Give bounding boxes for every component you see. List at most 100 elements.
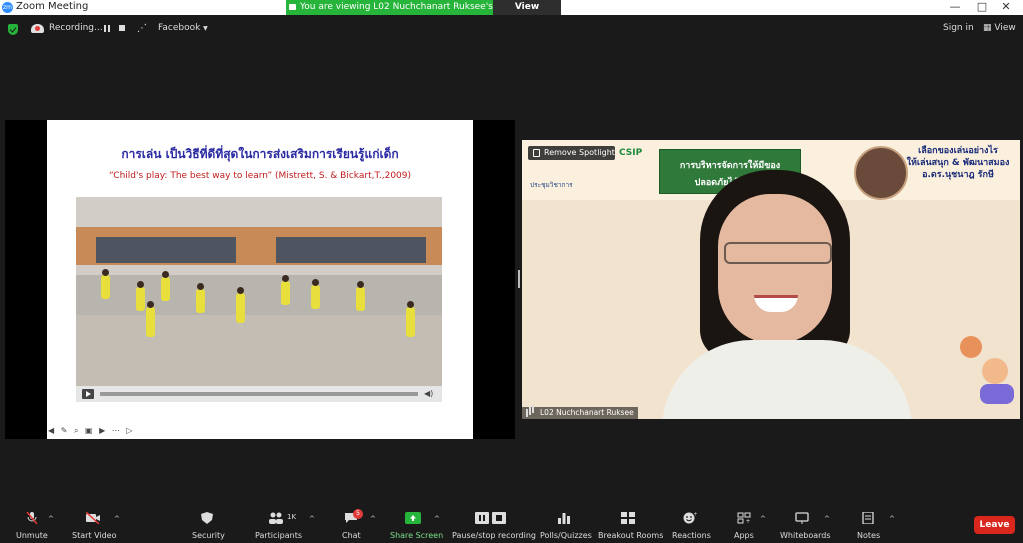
stop-recording-icon[interactable] — [119, 25, 125, 31]
slide-toolbar[interactable]: ◀ ✎ ⌕ ▣ ▶ ⋯ ▷ — [48, 426, 134, 436]
close-button[interactable]: ✕ — [996, 0, 1016, 13]
polls-quizzes-label: Polls/Quizzes — [540, 531, 592, 540]
pause-recording-icon[interactable] — [104, 25, 106, 32]
svg-text:+: + — [694, 512, 698, 518]
volume-icon[interactable]: ◀) — [424, 389, 433, 398]
child-figure — [311, 279, 320, 309]
participants-label: Participants — [255, 531, 302, 540]
audio-options-caret[interactable]: ^ — [48, 515, 54, 523]
participants-count: 1K — [287, 513, 297, 521]
microphone-muted-icon — [26, 512, 38, 524]
view-button[interactable]: ▦ View — [983, 23, 1016, 33]
reactions-label: Reactions — [672, 531, 711, 540]
banner-right-title-3: อ.ดร.นุชนาฎ รักษี — [922, 170, 994, 180]
participants-options-caret[interactable]: ^ — [309, 515, 315, 523]
viewing-screen-banner: You are viewing L02 Nuchchanart Ruksee's… — [286, 0, 493, 27]
svg-text:+: + — [746, 518, 751, 524]
child-figure — [236, 287, 245, 323]
notes-icon — [862, 512, 874, 524]
share-screen-button[interactable]: Share Screen — [390, 503, 443, 543]
recording-status: Recording... — [49, 23, 103, 33]
start-video-label: Start Video — [72, 531, 117, 540]
live-service-dropdown[interactable]: Facebook ▼ — [158, 23, 208, 33]
embedded-video[interactable]: ◀) — [76, 197, 442, 402]
sign-in-link[interactable]: Sign in — [943, 23, 974, 33]
chat-badge: 5 — [353, 509, 363, 519]
start-video-button[interactable]: Start Video — [72, 503, 117, 543]
pause-stop-recording-button[interactable]: Pause/stop recording — [452, 503, 536, 543]
notes-label: Notes — [857, 531, 881, 540]
maximize-button[interactable]: □ — [972, 0, 992, 13]
apps-options-caret[interactable]: ^ — [760, 515, 766, 523]
breakout-rooms-label: Breakout Rooms — [598, 531, 664, 540]
window-title: Zoom Meeting — [16, 1, 89, 12]
child-figure — [146, 301, 155, 337]
meeting-toolbar: Unmute ^ Start Video ^ Security 1K Parti… — [0, 503, 1023, 543]
participant-name: L02 Nuchchanart Ruksee — [540, 408, 634, 417]
spotlight-video: ประชุมวิชาการ CSIP การบริหารจัดการให้มีข… — [522, 140, 1020, 419]
reactions-smiley-icon: + — [683, 512, 697, 524]
share-screen-icon — [405, 512, 421, 524]
security-button[interactable]: Security — [192, 503, 226, 543]
child-figure — [356, 281, 365, 311]
apps-label: Apps — [734, 531, 754, 540]
chat-label: Chat — [342, 531, 361, 540]
banner-right-title: เลือกของเล่นอย่างไร ให้เล่นสนุก & พัฒนาส… — [902, 145, 1014, 181]
breakout-rooms-icon — [621, 512, 635, 524]
video-progress-bar[interactable] — [100, 392, 418, 396]
pin-icon — [533, 149, 540, 157]
notes-options-caret[interactable]: ^ — [889, 515, 895, 523]
view-options-button[interactable]: View Options▼ — [493, 0, 561, 27]
whiteboards-options-caret[interactable]: ^ — [824, 515, 830, 523]
video-off-icon — [86, 512, 100, 524]
child-figure — [136, 281, 145, 311]
participants-icon — [269, 512, 283, 524]
whiteboards-label: Whiteboards — [780, 531, 831, 540]
breakout-rooms-button[interactable]: Breakout Rooms — [598, 503, 664, 543]
remove-spotlight-label: Remove Spotlight — [544, 148, 615, 157]
child-figure — [101, 269, 110, 299]
chat-button[interactable]: 5 Chat — [342, 503, 372, 543]
chat-options-caret[interactable]: ^ — [370, 515, 376, 523]
participants-button[interactable]: 1K Participants — [255, 503, 303, 543]
presentation-slide: การเล่น เป็นวิธีที่ดีที่สุดในการส่งเสริม… — [47, 120, 473, 439]
apps-icon: + — [737, 512, 751, 524]
share-options-caret[interactable]: ^ — [434, 515, 440, 523]
meeting-top-bar: Recording... ⋰ Facebook ▼ Sign in ▦ View — [0, 15, 1023, 43]
video-options-caret[interactable]: ^ — [114, 515, 120, 523]
leave-button[interactable]: Leave — [974, 516, 1015, 534]
reactions-button[interactable]: + Reactions — [672, 503, 712, 543]
remove-spotlight-button[interactable]: Remove Spotlight — [528, 146, 615, 160]
panel-resize-handle[interactable] — [518, 270, 520, 288]
unmute-button[interactable]: Unmute — [16, 503, 48, 543]
csip-logo: CSIP — [619, 148, 643, 158]
shared-screen: การเล่น เป็นวิธีที่ดีที่สุดในการส่งเสริม… — [5, 120, 515, 439]
whiteboards-button[interactable]: Whiteboards — [780, 503, 831, 543]
poll-chart-icon — [558, 513, 570, 524]
video-controls: ◀) — [76, 386, 442, 402]
whiteboard-icon — [795, 512, 809, 524]
screen-share-icon — [289, 4, 296, 10]
play-icon[interactable] — [82, 389, 94, 399]
child-figure — [161, 271, 170, 301]
banner-right-title-1: เลือกของเล่นอย่างไร — [918, 146, 998, 156]
security-shield-icon[interactable] — [8, 24, 18, 35]
child-figure — [281, 275, 290, 305]
polls-quizzes-button[interactable]: Polls/Quizzes — [540, 503, 592, 543]
view-banner: You are viewing L02 Nuchchanart Ruksee's… — [286, 0, 576, 27]
slide-subtitle: “Child's play: The best way to learn” (M… — [108, 171, 412, 181]
zoom-logo-icon: zm — [2, 2, 13, 13]
share-screen-label: Share Screen — [390, 531, 444, 540]
minimize-button[interactable]: — — [945, 0, 965, 13]
live-service-label: Facebook — [158, 23, 201, 33]
child-figure — [196, 283, 205, 313]
window-titlebar: zm Zoom Meeting You are viewing L02 Nuch… — [0, 0, 1023, 27]
child-figure — [406, 301, 415, 337]
shield-icon — [201, 512, 213, 524]
notes-button[interactable]: Notes — [857, 503, 881, 543]
slide-title: การเล่น เป็นวิธีที่ดีที่สุดในการส่งเสริม… — [121, 147, 399, 161]
chevron-down-icon: ▼ — [203, 25, 208, 32]
participant-person — [662, 170, 912, 419]
signal-strength-icon — [526, 409, 528, 417]
apps-button[interactable]: + Apps — [734, 503, 758, 543]
